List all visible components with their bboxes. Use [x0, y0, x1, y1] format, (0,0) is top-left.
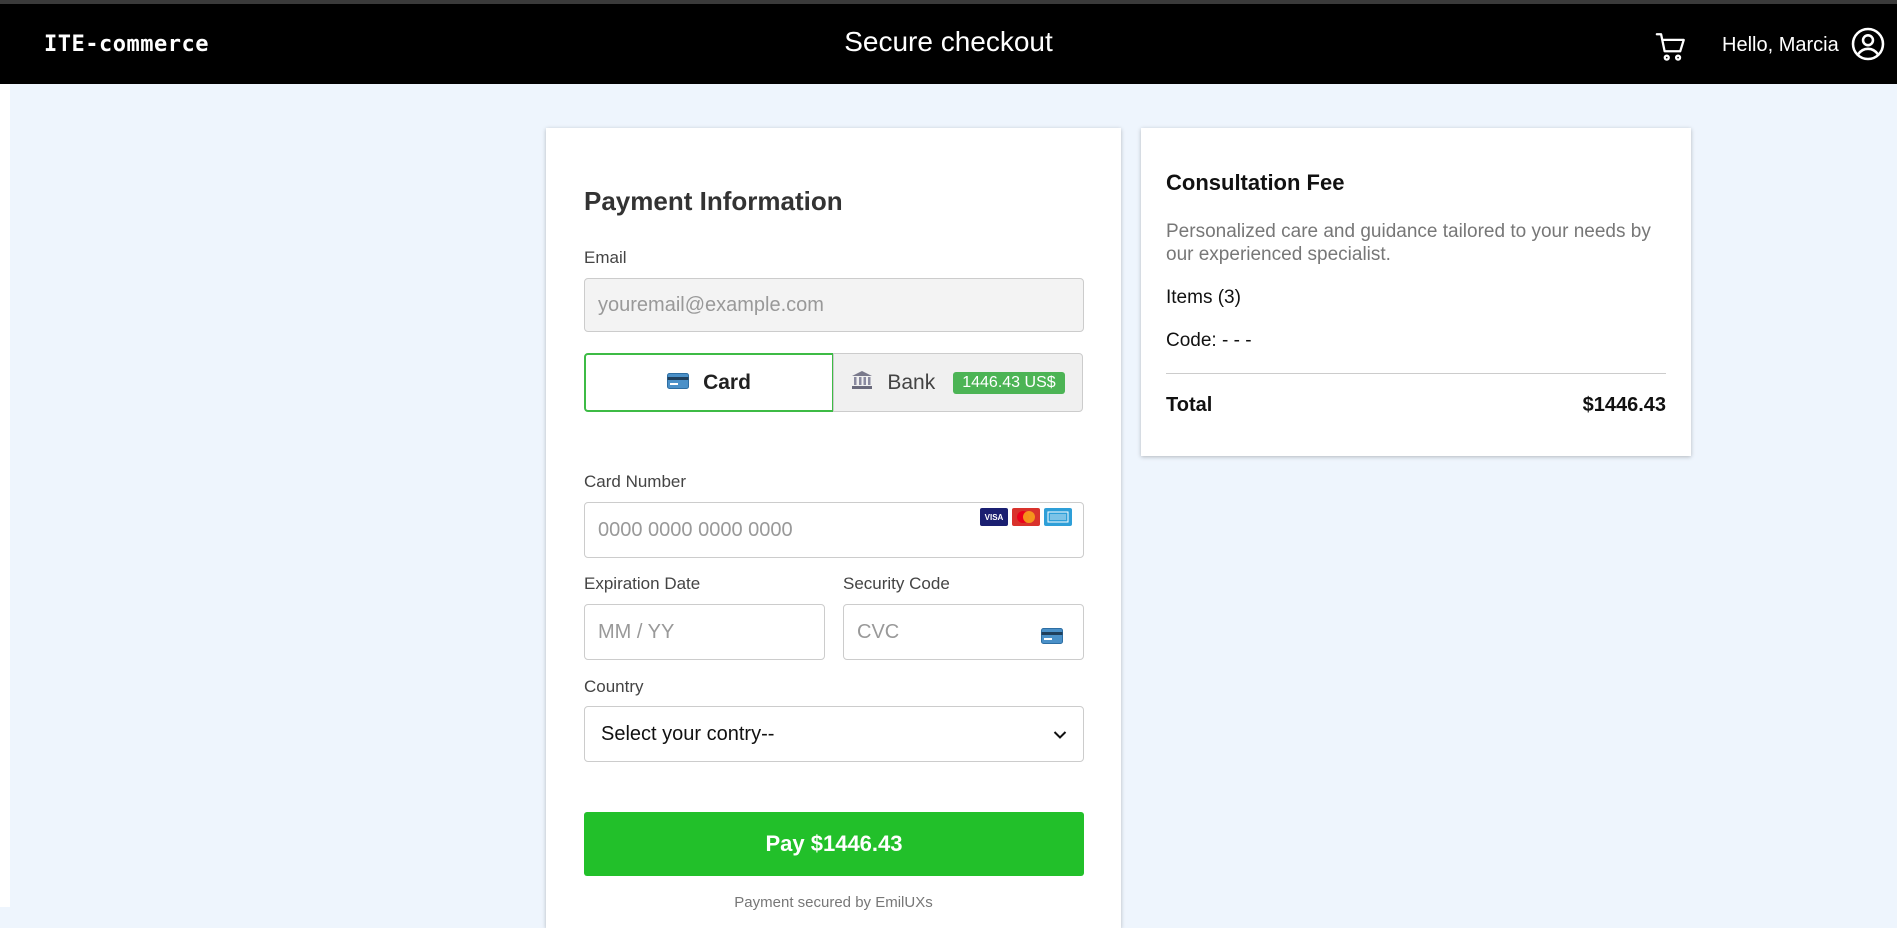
- country-select-value: Select your contry--: [601, 722, 775, 745]
- total-label: Total: [1166, 394, 1213, 416]
- bank-method-label: Bank: [887, 370, 936, 394]
- payment-form-card: Payment Information Email Card Bank 1446…: [546, 128, 1121, 928]
- site-header: ITE-commerce Secure checkout Hello, Marc…: [0, 4, 1897, 84]
- page-title: Secure checkout: [844, 26, 1053, 57]
- user-greeting: Hello, Marcia: [1722, 34, 1839, 56]
- bank-icon: [851, 370, 873, 396]
- credit-card-icon: [667, 371, 690, 395]
- security-code-label: Security Code: [843, 574, 950, 593]
- summary-title: Consultation Fee: [1166, 170, 1345, 195]
- summary-code: Code: - - -: [1166, 330, 1252, 351]
- user-circle-icon[interactable]: [1850, 26, 1886, 62]
- card-method-label: Card: [703, 370, 751, 394]
- total-value: $1446.43: [1582, 394, 1666, 416]
- country-label: Country: [584, 677, 644, 696]
- order-summary-card: Consultation Fee Personalized care and g…: [1141, 128, 1691, 456]
- bank-method-tab[interactable]: Bank 1446.43 US$: [833, 353, 1083, 412]
- amex-logo-icon: [1044, 508, 1072, 526]
- cvc-card-icon: [1041, 628, 1063, 644]
- card-number-label: Card Number: [584, 472, 687, 491]
- summary-description: Personalized care and guidance tailored …: [1166, 221, 1651, 265]
- email-field[interactable]: [584, 278, 1084, 332]
- chevron-down-icon: [1053, 723, 1067, 746]
- cart-icon[interactable]: [1654, 30, 1688, 64]
- summary-divider: [1166, 373, 1666, 374]
- summary-items-count: Items (3): [1166, 287, 1241, 308]
- expiration-label: Expiration Date: [584, 574, 701, 593]
- card-method-tab[interactable]: Card: [584, 353, 834, 412]
- email-label: Email: [584, 248, 627, 267]
- mastercard-logo-icon: [1012, 508, 1040, 526]
- card-brand-logos: VISA: [980, 508, 1072, 526]
- payment-title: Payment Information: [584, 186, 843, 216]
- bank-amount-badge: 1446.43 US$: [953, 371, 1065, 394]
- pay-button[interactable]: Pay $1446.43: [584, 812, 1084, 876]
- secured-by-text: Payment secured by EmilUXs: [734, 894, 933, 911]
- expiration-field[interactable]: [584, 604, 825, 660]
- visa-logo-icon: VISA: [980, 508, 1008, 526]
- country-select[interactable]: Select your contry--: [584, 706, 1084, 762]
- left-edge-strip: [0, 84, 10, 907]
